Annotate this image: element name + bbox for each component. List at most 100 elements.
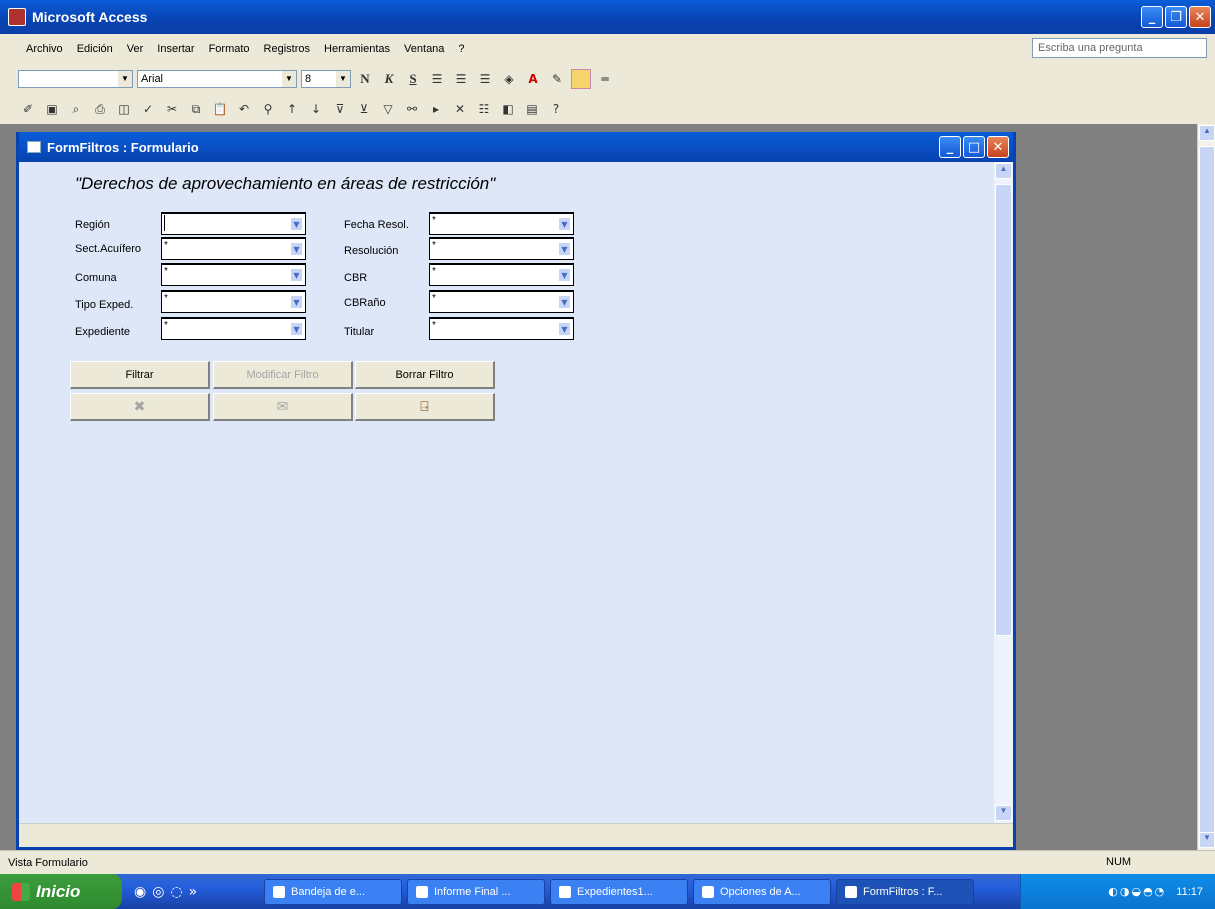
menu-formato[interactable]: Formato — [209, 43, 250, 55]
align-left-icon[interactable]: ☰ — [427, 69, 447, 89]
properties-icon[interactable]: ☷ — [474, 99, 494, 119]
menu-help[interactable]: ? — [458, 43, 464, 55]
expand-icon[interactable]: » — [189, 884, 198, 900]
cbr-combo[interactable]: * ▼ — [429, 263, 574, 286]
font-name-combo[interactable]: Arial ▼ — [137, 70, 297, 88]
close-button[interactable]: ✕ — [1189, 6, 1211, 28]
scroll-down-icon[interactable]: ▼ — [995, 805, 1012, 821]
scroll-up-icon[interactable]: ▲ — [995, 163, 1012, 179]
filter-button[interactable]: Filtrar — [70, 361, 210, 389]
align-center-icon[interactable]: ☰ — [451, 69, 471, 89]
sort-desc-icon[interactable]: ↓ — [306, 99, 326, 119]
menu-herramientas[interactable]: Herramientas — [324, 43, 390, 55]
view-icon[interactable]: ✐ — [18, 99, 38, 119]
font-color-icon[interactable]: A — [523, 69, 543, 89]
cut-icon[interactable]: ✂ — [162, 99, 182, 119]
italic-button[interactable]: K — [379, 69, 399, 89]
titular-value: * — [432, 320, 436, 331]
task-formfiltros[interactable]: FormFiltros : F... — [836, 878, 974, 905]
underline-button[interactable]: S — [403, 69, 423, 89]
help-icon[interactable]: ? — [546, 99, 566, 119]
menu-registros[interactable]: Registros — [264, 43, 310, 55]
start-button[interactable]: Inicio — [0, 874, 122, 909]
align-right-icon[interactable]: ☰ — [475, 69, 495, 89]
clear-filter-button[interactable]: Borrar Filtro — [355, 361, 495, 389]
sort-asc-icon[interactable]: ↑ — [282, 99, 302, 119]
chevron-down-icon[interactable]: ▼ — [290, 295, 303, 309]
database-window-icon[interactable]: ◧ — [498, 99, 518, 119]
chevron-down-icon[interactable]: ▼ — [290, 242, 303, 256]
scroll-down-icon[interactable]: ▼ — [1199, 832, 1215, 848]
paste-icon[interactable]: 📋 — [210, 99, 230, 119]
menu-ver[interactable]: Ver — [127, 43, 144, 55]
scroll-thumb[interactable] — [1199, 146, 1215, 836]
outlook-icon[interactable]: ◎ — [152, 884, 164, 900]
form-minimize-button[interactable]: _ — [939, 136, 961, 158]
minimize-button[interactable]: _ — [1141, 6, 1163, 28]
menu-insertar[interactable]: Insertar — [157, 43, 194, 55]
print-icon[interactable]: ⎙ — [90, 99, 110, 119]
print-preview-icon[interactable]: ◫ — [114, 99, 134, 119]
object-combo[interactable]: ▼ — [18, 70, 133, 88]
ie-icon[interactable]: ◉ — [134, 884, 146, 900]
undo-icon[interactable]: ↶ — [234, 99, 254, 119]
fecha-resol-combo[interactable]: * ▼ — [429, 212, 574, 235]
apply-filter-icon[interactable]: ▽ — [378, 99, 398, 119]
filter-selection-icon[interactable]: ⊽ — [330, 99, 350, 119]
num-lock-indicator: NUM — [1106, 856, 1132, 868]
new-record-icon[interactable]: ▸ — [426, 99, 446, 119]
form-close-button[interactable]: ✕ — [987, 136, 1009, 158]
ask-question-input[interactable]: Escriba una pregunta — [1032, 38, 1207, 58]
copy-icon[interactable]: ⧉ — [186, 99, 206, 119]
border-color-icon[interactable] — [571, 69, 591, 89]
menu-edicion[interactable]: Edición — [77, 43, 113, 55]
find-icon[interactable]: ⚯ — [402, 99, 422, 119]
delete-record-icon[interactable]: ✕ — [450, 99, 470, 119]
task-word[interactable]: Informe Final ... — [407, 878, 545, 905]
menu-ventana[interactable]: Ventana — [404, 43, 444, 55]
bold-button[interactable]: N — [355, 69, 375, 89]
task-outlook[interactable]: Bandeja de e... — [264, 878, 402, 905]
form-vertical-scrollbar[interactable]: ▲ ▼ — [994, 162, 1013, 826]
spelling-icon[interactable]: ✓ — [138, 99, 158, 119]
cbr-ano-combo[interactable]: * ▼ — [429, 290, 574, 313]
chevron-down-icon[interactable]: ▼ — [290, 217, 303, 231]
new-object-icon[interactable]: ▤ — [522, 99, 542, 119]
chevron-down-icon[interactable]: ▼ — [290, 322, 303, 336]
fill-color-icon[interactable]: ◈ — [499, 69, 519, 89]
chevron-down-icon[interactable]: ▼ — [290, 268, 303, 282]
form-scroll-thumb[interactable] — [995, 184, 1012, 636]
save-icon[interactable]: ▣ — [42, 99, 62, 119]
expediente-combo[interactable]: * ▼ — [161, 317, 306, 340]
restore-button[interactable]: ❐ — [1165, 6, 1187, 28]
task-opciones[interactable]: Opciones de A... — [693, 878, 831, 905]
resolucion-combo[interactable]: * ▼ — [429, 237, 574, 260]
chevron-down-icon[interactable]: ▼ — [558, 322, 571, 336]
search-file-icon[interactable]: ⌕ — [66, 99, 86, 119]
tray-icons[interactable]: ◐◑◒◓◔ — [1108, 885, 1166, 898]
region-combo[interactable]: ▼ — [161, 212, 306, 235]
scroll-up-icon[interactable]: ▲ — [1199, 125, 1215, 141]
export-excel-button[interactable]: ✖ — [70, 393, 210, 421]
sect-acuifero-combo[interactable]: * ▼ — [161, 237, 306, 260]
tipo-exped-combo[interactable]: * ▼ — [161, 290, 306, 313]
browser-icon[interactable]: ◌ — [170, 884, 182, 900]
task-expedientes[interactable]: Expedientes1... — [550, 878, 688, 905]
menu-archivo[interactable]: Archivo — [26, 43, 63, 55]
comuna-combo[interactable]: * ▼ — [161, 263, 306, 286]
chevron-down-icon[interactable]: ▼ — [558, 268, 571, 282]
hyperlink-icon[interactable]: ⚲ — [258, 99, 278, 119]
chevron-down-icon[interactable]: ▼ — [558, 217, 571, 231]
line-color-icon[interactable]: ✎ — [547, 69, 567, 89]
report-button[interactable]: ✉ — [213, 393, 353, 421]
titular-combo[interactable]: * ▼ — [429, 317, 574, 340]
exit-form-button[interactable]: ⍈ — [355, 393, 495, 421]
filter-form-icon[interactable]: ⊻ — [354, 99, 374, 119]
app-vertical-scrollbar[interactable]: ▲ ▼ — [1197, 124, 1215, 850]
form-maximize-button[interactable]: □ — [963, 136, 985, 158]
chevron-down-icon[interactable]: ▼ — [558, 295, 571, 309]
font-size-combo[interactable]: 8 ▼ — [301, 70, 351, 88]
modify-filter-button[interactable]: Modificar Filtro — [213, 361, 353, 389]
chevron-down-icon[interactable]: ▼ — [558, 242, 571, 256]
line-width-icon[interactable]: ═ — [595, 69, 615, 89]
